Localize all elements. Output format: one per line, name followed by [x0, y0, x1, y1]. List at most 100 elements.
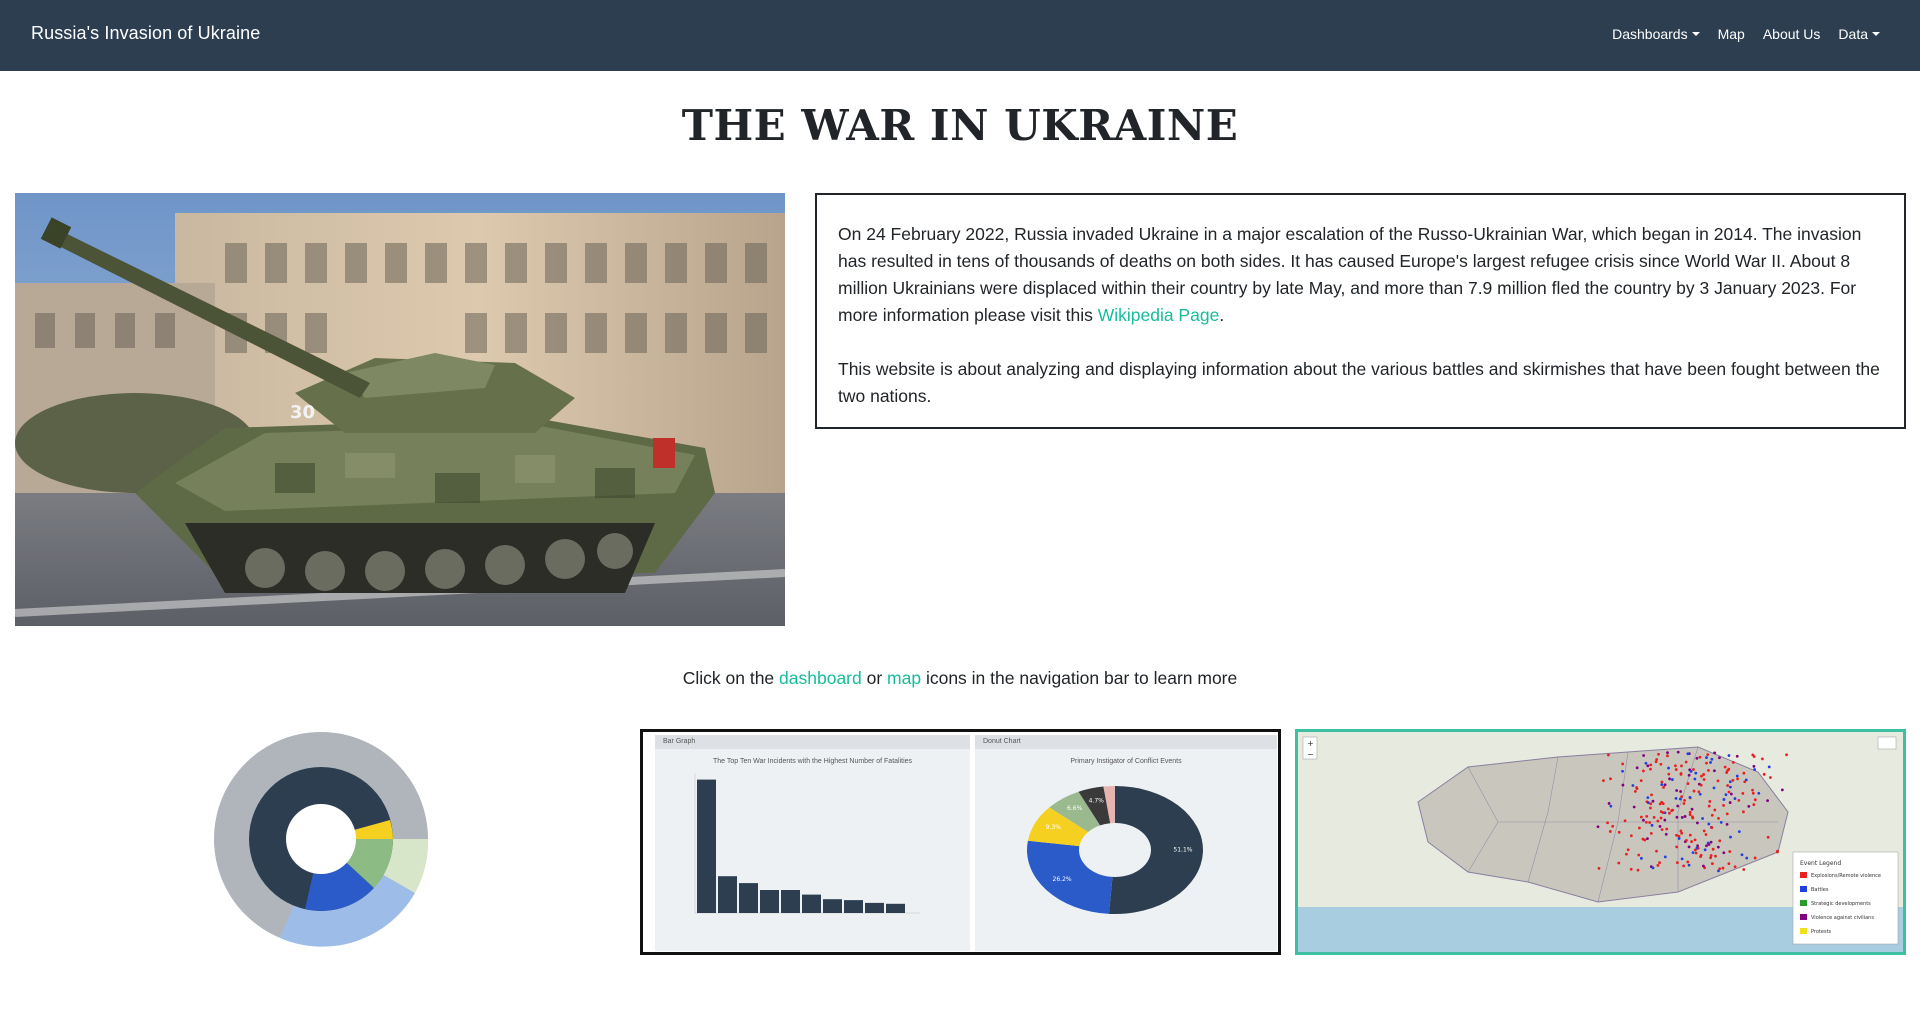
donut-chart-panel: Donut Chart Primary Instigator of Confli… — [975, 735, 1277, 951]
map-event-marker — [1662, 785, 1665, 789]
map-event-marker — [1626, 848, 1630, 852]
map-event-marker — [1679, 829, 1683, 833]
map-event-marker — [1674, 764, 1677, 768]
map-event-marker — [1609, 804, 1613, 808]
map-event-marker — [1752, 803, 1756, 806]
map-event-marker — [1601, 779, 1605, 783]
intro-box: On 24 February 2022, Russia invaded Ukra… — [815, 193, 1906, 429]
map-event-marker — [1625, 852, 1628, 856]
map-event-marker — [1766, 799, 1769, 802]
map-event-marker — [1705, 761, 1708, 765]
zoom-out-icon[interactable]: − — [1307, 750, 1314, 759]
map-event-marker — [1668, 777, 1671, 781]
map-event-marker — [1661, 811, 1665, 815]
nav-data-label: Data — [1838, 26, 1868, 42]
map-event-marker — [1675, 789, 1679, 792]
bar-mark — [739, 883, 758, 913]
map-event-marker — [1713, 808, 1717, 812]
nav-map-link[interactable]: Map — [1718, 26, 1745, 42]
map-event-marker — [1656, 863, 1660, 867]
navbar-brand[interactable]: Russia's Invasion of Ukraine — [31, 23, 260, 44]
map-event-marker — [1632, 805, 1636, 809]
map-event-marker — [1741, 792, 1745, 795]
map-event-marker — [1687, 863, 1691, 867]
map-event-marker — [1637, 853, 1641, 857]
wikipedia-link[interactable]: Wikipedia Page — [1098, 305, 1220, 325]
caret-down-icon — [1691, 32, 1700, 36]
map-event-marker — [1644, 761, 1648, 765]
dashboard-link[interactable]: dashboard — [779, 668, 862, 688]
nav-data-dropdown[interactable]: Data — [1838, 26, 1880, 42]
bar-mark — [886, 903, 905, 913]
map-event-marker — [1676, 861, 1679, 865]
map-event-marker — [1694, 771, 1698, 775]
sunburst-center — [286, 804, 356, 874]
donut-slice-label: 26.2% — [1053, 876, 1072, 883]
map-legend-title: Event Legend — [1800, 860, 1841, 867]
map-event-marker — [1728, 801, 1732, 804]
donut-slice-label: 6.6% — [1067, 805, 1083, 812]
donut-chart: 51.1% 26.2% 9.3% 6.6% 4.7% — [1027, 786, 1203, 914]
nav-about-label: About Us — [1762, 26, 1821, 42]
intro-paragraph-1-text: On 24 February 2022, Russia invaded Ukra… — [838, 224, 1862, 325]
map-link[interactable]: map — [887, 668, 921, 688]
legend-label: Strategic developments — [1811, 901, 1871, 907]
map-event-marker — [1663, 855, 1667, 859]
map-event-marker — [1695, 846, 1699, 850]
map-thumbnail[interactable]: + − Event Legend Explosions/Remote violen… — [1295, 729, 1906, 955]
zoom-in-icon[interactable]: + — [1307, 739, 1314, 748]
dashboard-thumbnail[interactable]: Bar Graph The Top Ten War Incidents with… — [640, 729, 1281, 955]
map-event-marker — [1635, 766, 1639, 770]
map-event-marker — [1710, 813, 1714, 817]
map-event-marker — [1688, 813, 1692, 817]
map-event-marker — [1660, 780, 1664, 784]
map-event-marker — [1740, 853, 1744, 857]
map-event-marker — [1675, 845, 1679, 849]
map-event-marker — [1694, 851, 1698, 855]
map-event-marker — [1680, 764, 1683, 768]
map-event-marker — [1733, 865, 1737, 869]
map-event-marker — [1699, 783, 1703, 787]
map-event-marker — [1663, 818, 1667, 822]
map-event-marker — [1712, 769, 1716, 773]
map-event-marker — [1646, 837, 1649, 841]
map-event-marker — [1724, 793, 1728, 797]
map-event-marker — [1608, 830, 1612, 833]
nav-about-link[interactable]: About Us — [1763, 26, 1821, 42]
nav-dashboards-dropdown[interactable]: Dashboards — [1612, 26, 1700, 42]
map-event-marker — [1659, 816, 1663, 820]
map-event-marker — [1691, 851, 1695, 855]
map-event-marker — [1646, 764, 1650, 768]
map-event-marker — [1611, 824, 1615, 828]
cta-text-middle: or — [861, 668, 888, 688]
map-event-marker — [1760, 757, 1764, 761]
map-event-marker — [1731, 778, 1735, 782]
map-event-marker — [1683, 815, 1687, 818]
map-event-marker — [1688, 795, 1692, 799]
map-event-marker — [1702, 829, 1706, 833]
map-event-marker — [1635, 786, 1639, 789]
map-event-marker — [1655, 849, 1658, 853]
layers-icon[interactable] — [1877, 736, 1897, 750]
map-event-marker — [1690, 840, 1693, 843]
map-event-marker — [1666, 751, 1669, 755]
map-event-marker — [1762, 772, 1766, 776]
cta-text-after: icons in the navigation bar to learn mor… — [921, 668, 1238, 688]
map-event-marker — [1726, 784, 1730, 787]
map-event-marker — [1753, 768, 1757, 771]
nav-links: Dashboards Map About Us Data — [1594, 26, 1880, 42]
sunburst-thumbnail[interactable] — [210, 728, 432, 950]
caret-down-icon — [1872, 32, 1880, 36]
bar-mark — [718, 876, 737, 913]
bar-graph-panel: Bar Graph The Top Ten War Incidents with… — [655, 735, 970, 951]
map-event-marker — [1621, 783, 1625, 787]
map-event-marker — [1652, 815, 1656, 819]
map-event-marker — [1722, 804, 1725, 807]
map-event-marker — [1642, 754, 1646, 757]
map-event-marker — [1698, 792, 1702, 796]
map-event-marker — [1725, 812, 1729, 816]
legend-label: Protests — [1811, 929, 1832, 935]
map-event-marker — [1674, 796, 1678, 800]
map-event-marker — [1680, 795, 1684, 799]
bar-panel-title: The Top Ten War Incidents with the Highe… — [712, 758, 913, 765]
